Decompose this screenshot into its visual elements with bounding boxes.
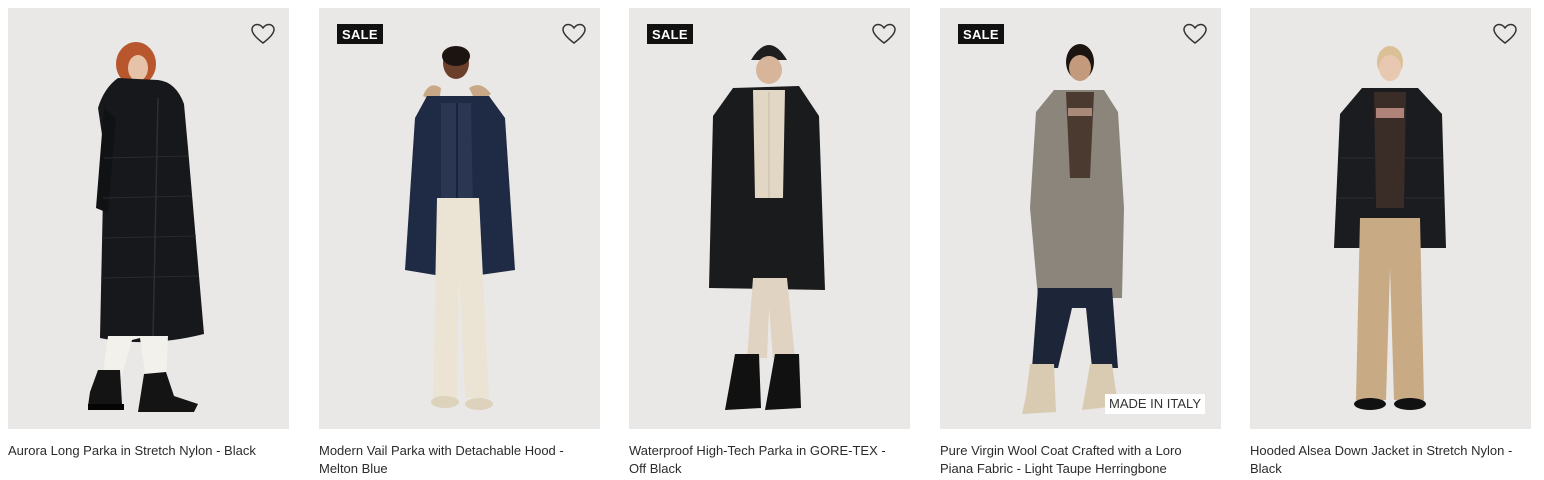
wishlist-heart-icon[interactable]	[1182, 22, 1208, 46]
product-photo	[88, 42, 204, 412]
product-image[interactable]	[1250, 8, 1531, 429]
sale-badge: SALE	[958, 24, 1004, 44]
product-card[interactable]: SALE MADE IN ITALY Pure Virgin Wool Coat…	[940, 8, 1221, 478]
product-grid: Aurora Long Parka in Stretch Nylon - Bla…	[8, 8, 1538, 480]
product-card[interactable]: SALE Modern Vail Parka with Detachable H…	[319, 8, 600, 478]
product-title[interactable]: Modern Vail Parka with Detachable Hood -…	[319, 442, 594, 478]
product-title[interactable]: Hooded Alsea Down Jacket in Stretch Nylo…	[1250, 442, 1525, 478]
sale-badge: SALE	[337, 24, 383, 44]
sale-badge: SALE	[647, 24, 693, 44]
product-image[interactable]: SALE	[629, 8, 910, 429]
product-photo	[709, 45, 825, 410]
product-card[interactable]: SALE Waterproof High-Tech Parka in GORE-…	[629, 8, 910, 478]
product-card[interactable]: Hooded Alsea Down Jacket in Stretch Nylo…	[1250, 8, 1531, 478]
product-photo	[1334, 46, 1446, 410]
product-photo	[405, 46, 515, 410]
product-title[interactable]: Aurora Long Parka in Stretch Nylon - Bla…	[8, 442, 283, 460]
product-photo	[1022, 44, 1124, 414]
wishlist-heart-icon[interactable]	[1492, 22, 1518, 46]
wishlist-heart-icon[interactable]	[250, 22, 276, 46]
product-image[interactable]	[8, 8, 289, 429]
made-in-italy-tag: MADE IN ITALY	[1105, 394, 1205, 414]
wishlist-heart-icon[interactable]	[561, 22, 587, 46]
product-title[interactable]: Pure Virgin Wool Coat Crafted with a Lor…	[940, 442, 1215, 478]
wishlist-heart-icon[interactable]	[871, 22, 897, 46]
product-card[interactable]: Aurora Long Parka in Stretch Nylon - Bla…	[8, 8, 289, 460]
product-image[interactable]: SALE MADE IN ITALY	[940, 8, 1221, 429]
product-title[interactable]: Waterproof High-Tech Parka in GORE-TEX -…	[629, 442, 904, 478]
product-image[interactable]: SALE	[319, 8, 600, 429]
